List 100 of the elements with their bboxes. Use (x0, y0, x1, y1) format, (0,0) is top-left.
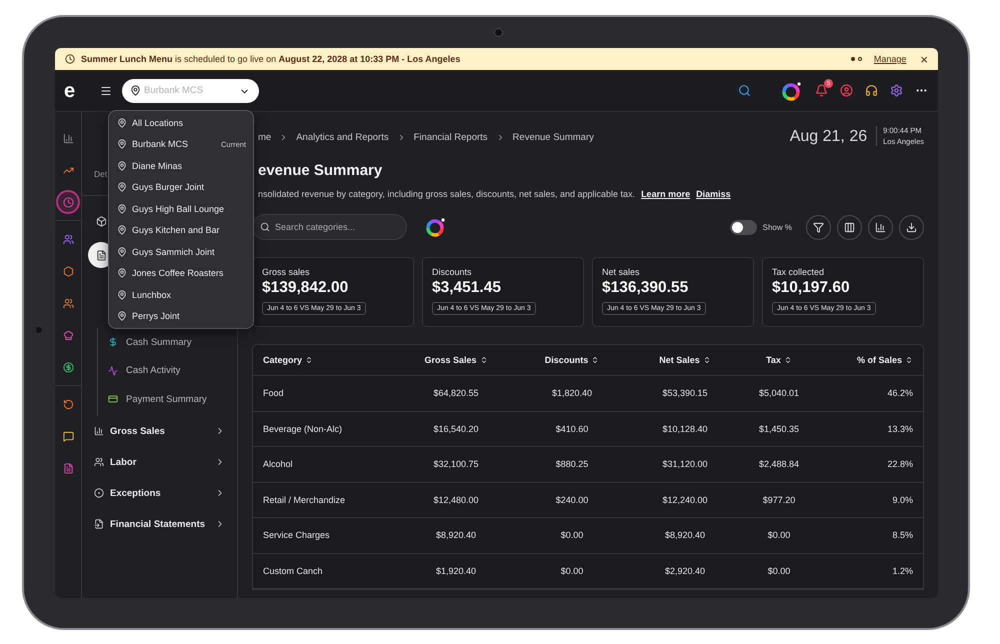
nav-sub-item[interactable]: Payment Summary (108, 385, 237, 414)
location-option[interactable]: Guys Sammich Joint (109, 241, 253, 262)
breadcrumb-link[interactable]: Analytics and Reports (296, 132, 389, 143)
table-cell-text: $64,820.55 (432, 388, 480, 398)
nav-sub-item[interactable]: Cash Activity (108, 356, 237, 385)
card-label: Discounts (432, 267, 473, 277)
breadcrumb-link[interactable]: me (258, 132, 272, 143)
menu-icon[interactable] (100, 84, 112, 96)
pin-icon (117, 225, 127, 236)
bell-icon (815, 84, 828, 97)
download-icon (906, 222, 917, 232)
pager-dot[interactable] (850, 57, 855, 61)
profile-button[interactable] (840, 84, 853, 97)
logo: e (64, 80, 76, 100)
pin-icon (117, 160, 127, 171)
filter-button[interactable] (806, 214, 831, 240)
toggle-label: Show % (762, 222, 792, 232)
column-header[interactable]: Gross Sales (401, 355, 511, 365)
table-cell-text: $0.00 (560, 566, 584, 576)
table-cell-text: $410.60 (554, 424, 590, 434)
rail-button[interactable] (56, 190, 80, 214)
refresh-icon (62, 398, 74, 410)
chart-icon (94, 426, 104, 436)
location-select[interactable]: Burbank MCS (122, 78, 259, 102)
table-cell-text: 1.2% (891, 566, 914, 576)
file-icon (94, 519, 104, 529)
pin-icon (117, 118, 127, 128)
nav-group-item[interactable]: Exceptions (82, 478, 237, 508)
search-button[interactable] (738, 84, 751, 97)
location-option[interactable]: Lunchbox (109, 284, 253, 306)
pin-icon (117, 268, 127, 278)
card-value: $139,842.00 (262, 279, 350, 297)
location-option[interactable]: Guys High Ball Lounge (109, 198, 253, 220)
nav-sub-item[interactable]: Cash Summary (108, 328, 237, 356)
column-header[interactable]: Net Sales (633, 355, 737, 365)
color-ring-icon[interactable] (425, 216, 447, 238)
table-cell-text: $8,920.40 (664, 530, 706, 540)
color-ring-icon[interactable] (781, 80, 803, 102)
table-cell-text: Food (262, 388, 285, 398)
chart-button[interactable] (868, 214, 893, 240)
table-cell-text: $5,040.01 (758, 388, 800, 398)
table-cell-text: 9.0% (891, 494, 914, 505)
pin-icon (117, 290, 127, 300)
text-link[interactable]: Learn more (641, 189, 690, 199)
table-cell-text: $240.00 (554, 494, 590, 505)
table-cell-text: $10,128.40 (661, 424, 709, 434)
table-cell-text: $0.00 (766, 566, 792, 576)
table-cell-text: $32,100.75 (432, 459, 480, 470)
sort-icon (784, 356, 792, 364)
table-cell-text: Custom Canch (262, 566, 324, 576)
current-date: Aug 21, 26 (790, 128, 868, 146)
file-icon (62, 462, 74, 474)
card-value: $3,451.45 (432, 279, 502, 297)
pin-icon (117, 246, 127, 257)
location-option[interactable]: Jones Coffee Roasters (109, 262, 253, 284)
columns-button[interactable] (837, 214, 862, 240)
location-option[interactable]: Diane Minas (109, 155, 253, 176)
table-cell-text: $8,920.40 (434, 530, 478, 540)
card-label: Tax collected (772, 267, 826, 277)
nav-group-item[interactable]: Labor (82, 446, 237, 478)
pager-dot[interactable] (858, 57, 862, 61)
pin-icon (117, 182, 127, 192)
sort-icon (702, 356, 711, 364)
toggle-switch[interactable] (730, 220, 757, 234)
table-cell-text: 13.3% (886, 424, 914, 434)
table-cell-text: $2,488.84 (758, 459, 800, 470)
nav-group-item[interactable]: Financial Statements (82, 508, 237, 540)
breadcrumb-link[interactable]: Financial Reports (414, 132, 488, 143)
support-button[interactable] (865, 84, 878, 97)
nav-group-item[interactable]: Gross Sales (82, 416, 237, 446)
close-button[interactable]: × (920, 52, 928, 66)
table-cell-text: 22.8% (886, 459, 914, 470)
dollar-icon (108, 337, 118, 348)
location-option[interactable]: Guys Burger Joint (109, 176, 253, 198)
table-cell-text: $31,120.00 (661, 459, 709, 470)
download-button[interactable] (899, 214, 924, 240)
breadcrumb-link[interactable]: Revenue Summary (512, 132, 594, 143)
nav-header: Det (94, 169, 108, 179)
settings-button[interactable] (890, 84, 903, 97)
sensor-icon (36, 327, 42, 333)
text-link[interactable]: Diamiss (696, 189, 731, 199)
chart-icon (875, 222, 886, 232)
page-description: nsolidated revenue by category, including gross sales, discounts, net sales, and applicable tax. (258, 189, 636, 199)
pin-icon (130, 84, 141, 96)
circle-icon (94, 488, 104, 498)
column-header[interactable]: Discounts (511, 355, 633, 365)
column-header[interactable]: Category (253, 355, 401, 365)
hexagon-icon (62, 266, 74, 276)
location-option[interactable]: All Locations (109, 112, 253, 134)
table-cell-text: $0.00 (766, 530, 792, 540)
location-option[interactable]: Guys Kitchen and Bar (109, 220, 253, 241)
coin-icon (62, 362, 74, 372)
column-header[interactable]: Tax (737, 355, 821, 365)
location-option[interactable]: Perrys Joint (109, 306, 253, 327)
users-icon (94, 457, 104, 467)
pin-icon (117, 139, 127, 150)
search-field[interactable]: Search categories... (252, 214, 407, 240)
column-header[interactable]: % of Sales (821, 355, 923, 365)
manage-link[interactable]: Manage (874, 54, 906, 64)
pin-icon (117, 311, 127, 322)
